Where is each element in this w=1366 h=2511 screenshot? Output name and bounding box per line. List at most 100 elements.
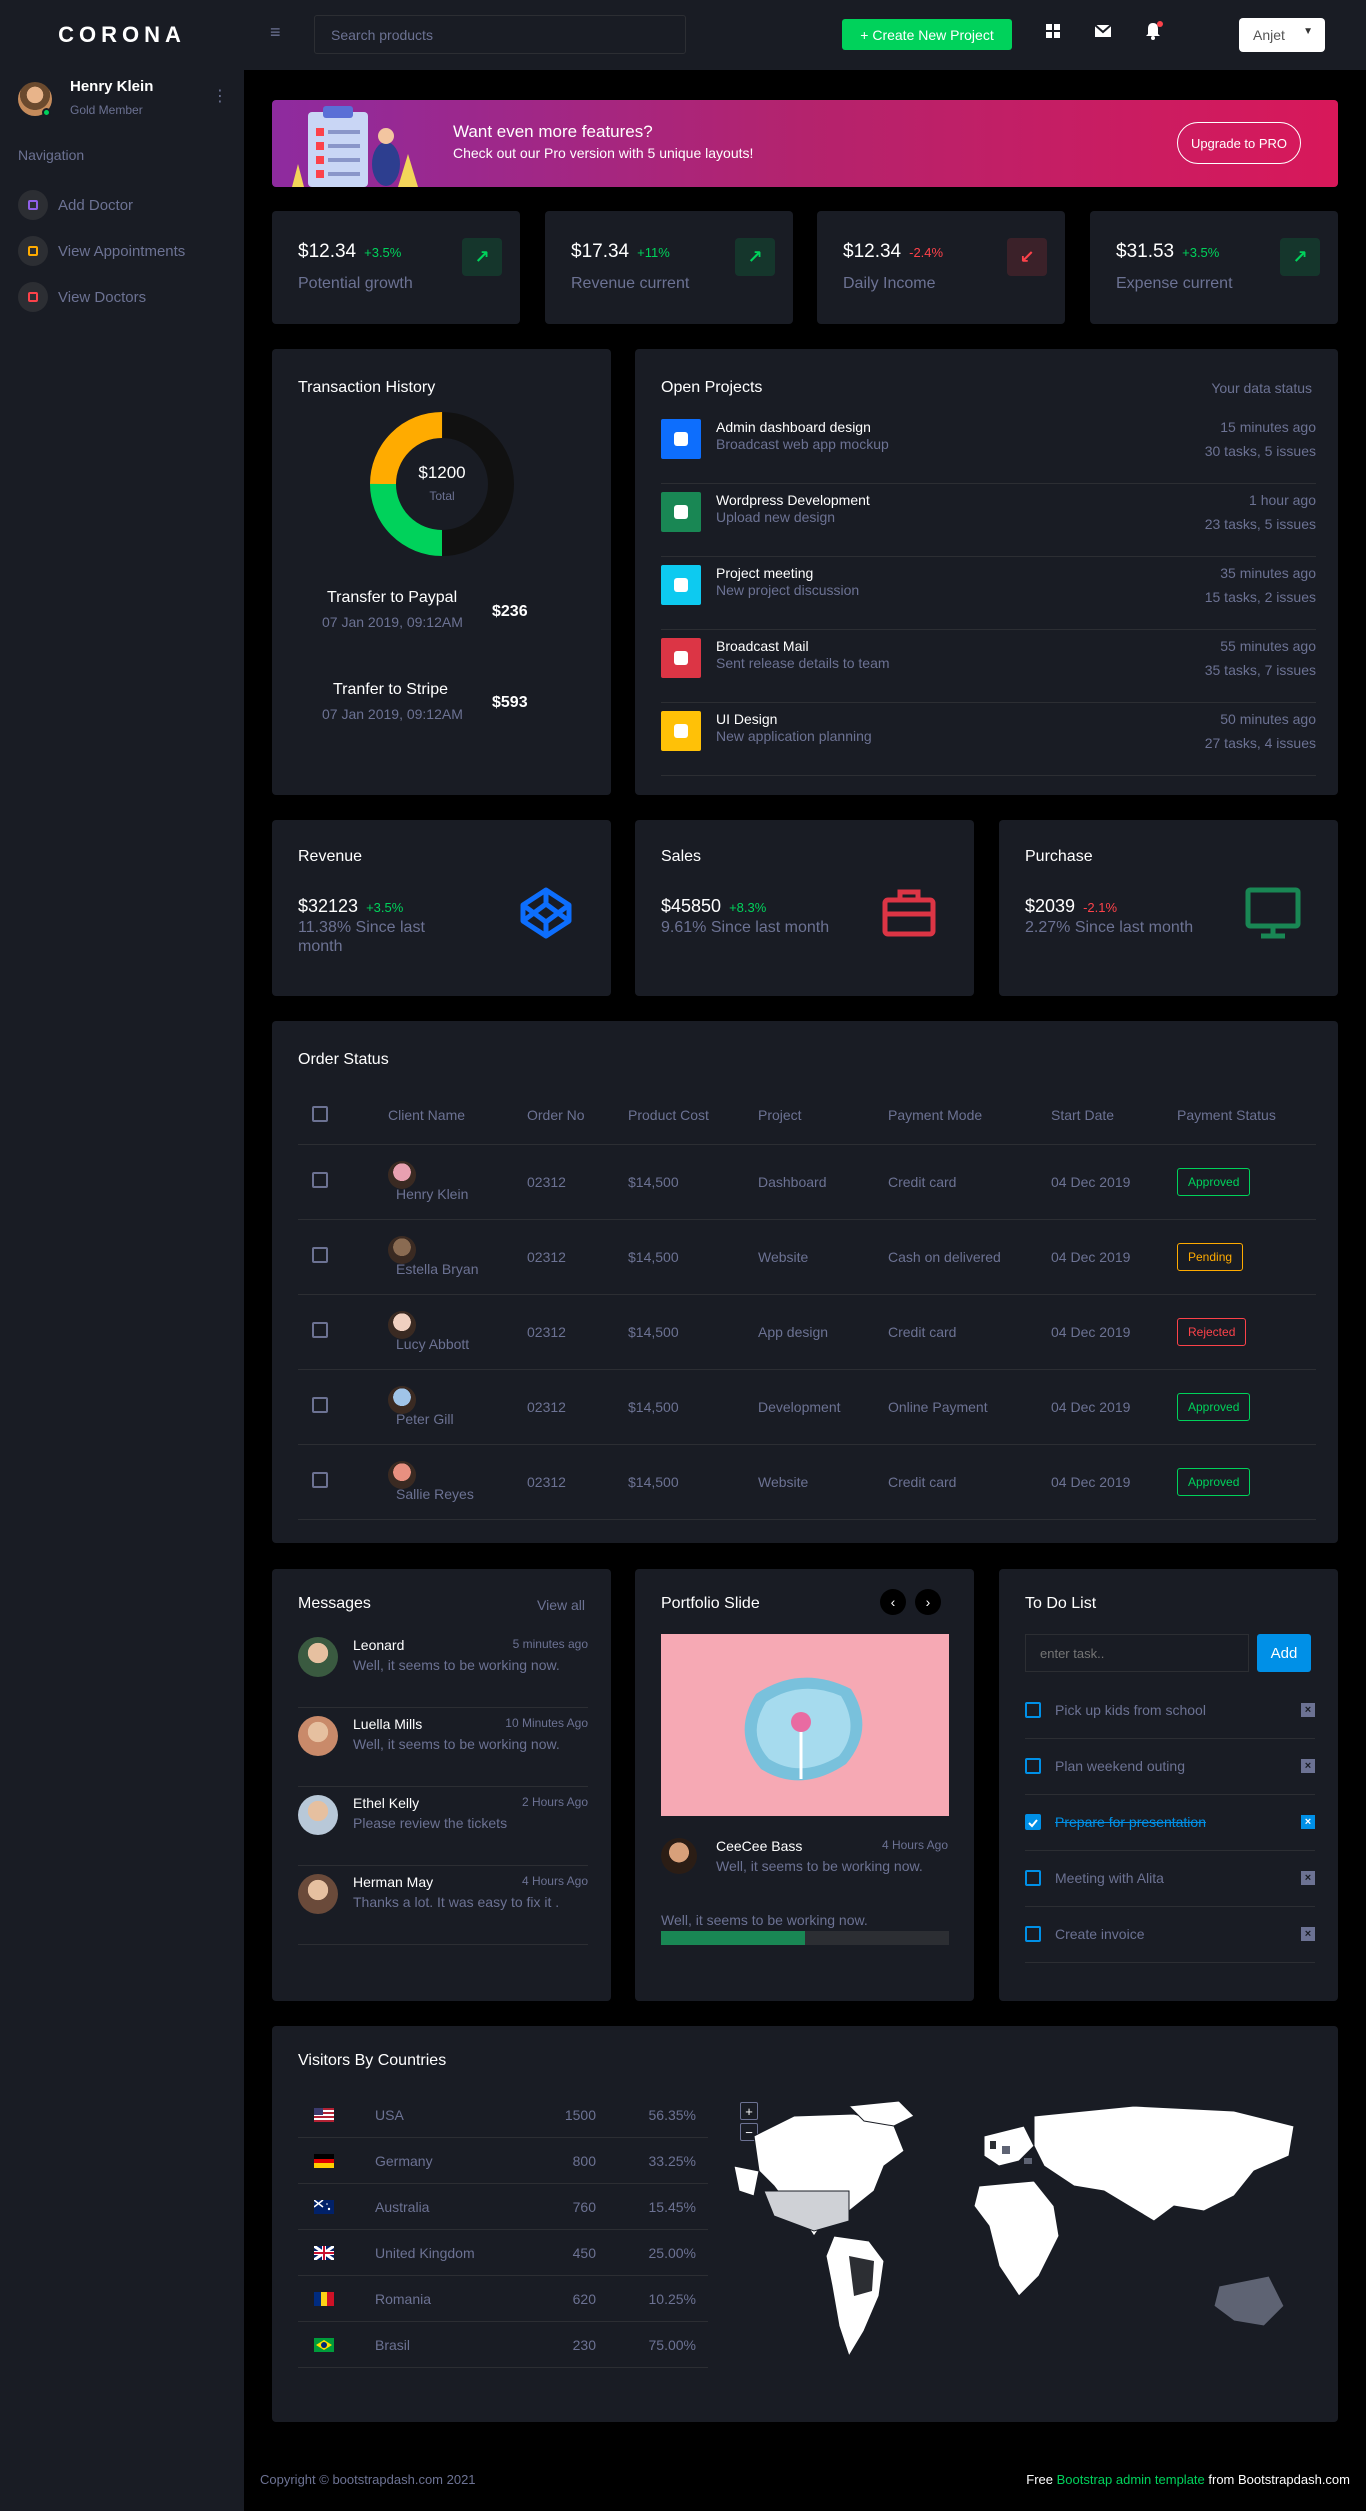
more-vertical-icon[interactable]: ⋮ — [212, 86, 228, 106]
message-time: 2 Hours Ago — [521, 1795, 588, 1809]
message-sender: Herman May — [353, 1874, 434, 1890]
message-item[interactable]: Herman May Thanks a lot. It was easy to f… — [298, 1866, 588, 1945]
card-title: Open Projects — [661, 379, 763, 396]
sidebar-item-view-appointments[interactable]: View Appointments — [18, 235, 228, 267]
project-item[interactable]: Broadcast Mail Sent release details to te… — [661, 630, 1316, 703]
search-input[interactable] — [314, 15, 686, 54]
close-icon[interactable]: × — [1301, 1871, 1315, 1885]
client-name: Estella Bryan — [396, 1261, 479, 1277]
map-south-america[interactable] — [825, 2235, 885, 2358]
order-status-card: Order Status Client Name Order No Produc… — [272, 1021, 1338, 1543]
close-icon[interactable]: × — [1301, 1759, 1315, 1773]
sidebar-profile[interactable]: Henry Klein Gold Member ⋮ — [18, 78, 228, 122]
user-dropdown[interactable]: Anjet ▼ — [1239, 18, 1325, 52]
row-checkbox[interactable] — [312, 1247, 328, 1263]
map-romania[interactable] — [1024, 2158, 1032, 2164]
order-table: Client Name Order No Product Cost Projec… — [298, 1087, 1316, 1520]
project-meta: 23 tasks, 5 issues — [1204, 516, 1316, 532]
map-alaska[interactable] — [734, 2165, 760, 2197]
table-row[interactable]: Peter Gill 02312 $14,500 Development Online … — [298, 1369, 1316, 1445]
bell-icon[interactable] — [1143, 21, 1163, 41]
country-count: 800 — [572, 2153, 596, 2169]
portfolio-progress-track — [661, 1931, 949, 1945]
message-time: 4 Hours Ago — [521, 1874, 588, 1888]
message-item[interactable]: Ethel Kelly Please review the tickets 2 Ho… — [298, 1787, 588, 1866]
close-icon[interactable]: × — [1301, 1927, 1315, 1941]
map-australia[interactable] — [1213, 2275, 1285, 2327]
map-africa[interactable] — [973, 2180, 1060, 2297]
table-row[interactable]: Sallie Reyes 02312 $14,500 Website Credit ca… — [298, 1444, 1316, 1520]
message-item[interactable]: Luella Mills Well, it seems to be working… — [298, 1708, 588, 1787]
project-item[interactable]: UI Design New application planning 50 minu… — [661, 703, 1316, 776]
portfolio-image[interactable] — [661, 1634, 949, 1816]
project-item[interactable]: Project meeting New project discussion 35 … — [661, 557, 1316, 630]
close-icon[interactable]: × — [1301, 1703, 1315, 1717]
table-header-row: Client Name Order No Product Cost Projec… — [298, 1087, 1316, 1145]
todo-checkbox[interactable] — [1025, 1758, 1041, 1774]
menu-toggle-icon[interactable]: ≡ — [270, 22, 281, 43]
column-header[interactable]: Order No — [527, 1087, 628, 1145]
sidebar-item-view-doctors[interactable]: View Doctors — [18, 281, 228, 313]
row-checkbox[interactable] — [312, 1172, 328, 1188]
stat-label: Potential growth — [298, 275, 413, 292]
stat-change: +3.5% — [1182, 245, 1220, 260]
close-icon[interactable]: × — [1301, 1815, 1315, 1829]
todo-checkbox[interactable] — [1025, 1814, 1041, 1830]
table-row[interactable]: Lucy Abbott 02312 $14,500 App design Credit … — [298, 1294, 1316, 1370]
project-item[interactable]: Admin dashboard design Broadcast web app … — [661, 411, 1316, 484]
upgrade-button[interactable]: Upgrade to PRO — [1177, 122, 1301, 164]
country-name: United Kingdom — [375, 2245, 475, 2261]
table-row[interactable]: Estella Bryan 02312 $14,500 Website Cash on … — [298, 1219, 1316, 1295]
select-all-checkbox[interactable] — [312, 1105, 328, 1122]
view-all-link[interactable]: View all — [537, 1597, 585, 1613]
row-checkbox[interactable] — [312, 1472, 328, 1488]
footer-credit: Free Bootstrap admin template from Boots… — [1026, 2472, 1350, 2487]
column-header[interactable]: Payment Status — [1177, 1087, 1316, 1145]
column-header[interactable]: Client Name — [388, 1087, 527, 1145]
create-project-button[interactable]: + Create New Project — [842, 19, 1012, 50]
row-checkbox[interactable] — [312, 1397, 328, 1413]
cell-mode: Credit card — [888, 1294, 1051, 1370]
column-header[interactable]: Project — [758, 1087, 888, 1145]
footer-copyright: Copyright © bootstrapdash.com 2021 — [260, 2472, 476, 2487]
grid-icon[interactable] — [1043, 21, 1063, 41]
country-row[interactable]: Romania 620 10.25% — [298, 2276, 708, 2322]
map-asia[interactable] — [1033, 2105, 1295, 2222]
transaction-name: Tranfer to Stripe — [333, 681, 449, 698]
country-row[interactable]: Germany 800 33.25% — [298, 2138, 708, 2184]
todo-checkbox[interactable] — [1025, 1870, 1041, 1886]
country-row[interactable]: United Kingdom 450 25.00% — [298, 2230, 708, 2276]
message-item[interactable]: Leonard Well, it seems to be working now.… — [298, 1629, 588, 1708]
chevron-left-icon[interactable]: ‹ — [880, 1589, 906, 1615]
footer-link[interactable]: Bootstrap admin template — [1057, 2472, 1205, 2487]
todo-text: Pick up kids from school — [1055, 1702, 1206, 1718]
column-header[interactable]: Start Date — [1051, 1087, 1177, 1145]
portfolio-time: 4 Hours Ago — [881, 1838, 948, 1852]
map-germany[interactable] — [1002, 2146, 1010, 2154]
chevron-right-icon[interactable]: › — [915, 1589, 941, 1615]
sidebar-item-label: View Doctors — [58, 288, 147, 306]
project-item[interactable]: Wordpress Development Upload new design 1 … — [661, 484, 1316, 557]
row-checkbox[interactable] — [312, 1322, 328, 1338]
cell-mode: Credit card — [888, 1144, 1051, 1220]
todo-checkbox[interactable] — [1025, 1926, 1041, 1942]
country-row[interactable]: Australia 760 15.45% — [298, 2184, 708, 2230]
todo-checkbox[interactable] — [1025, 1702, 1041, 1718]
task-input[interactable] — [1025, 1634, 1249, 1672]
status-badge: Approved — [1177, 1392, 1251, 1421]
brand-logo[interactable]: CORONA — [0, 0, 244, 70]
country-row[interactable]: Brasil 230 75.00% — [298, 2322, 708, 2368]
world-map[interactable] — [734, 2096, 1314, 2376]
table-row[interactable]: Henry Klein 02312 $14,500 Dashboard Credit c… — [298, 1144, 1316, 1220]
sidebar-item-add-doctor[interactable]: Add Doctor — [18, 189, 228, 221]
project-title: Admin dashboard design — [716, 419, 871, 435]
column-header[interactable]: Product Cost — [628, 1087, 758, 1145]
map-uk[interactable] — [990, 2141, 996, 2149]
mail-icon[interactable] — [1093, 21, 1113, 41]
country-row[interactable]: USA 1500 56.35% — [298, 2092, 708, 2138]
add-task-button[interactable]: Add — [1257, 1634, 1311, 1672]
map-usa[interactable] — [763, 2190, 850, 2232]
transaction-amount: $593 — [492, 694, 528, 711]
avatar — [298, 1637, 338, 1677]
column-header[interactable]: Payment Mode — [888, 1087, 1051, 1145]
